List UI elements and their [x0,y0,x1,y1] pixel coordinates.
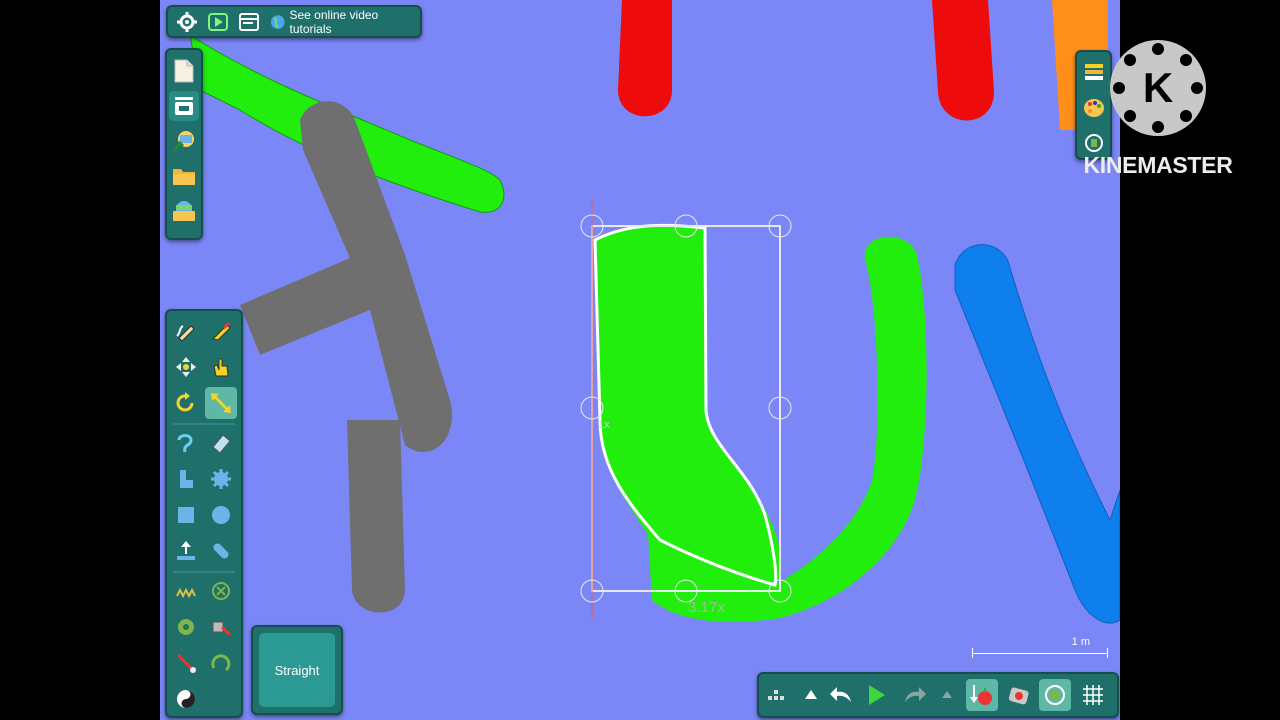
scale-readout: 3.17x [688,599,725,616]
hinge-icon[interactable] [205,647,237,679]
open-scene-icon[interactable] [169,196,199,226]
top-toolbar: See online video tutorials [166,5,422,38]
gear-spikes-icon[interactable] [205,463,237,495]
scale-icon[interactable] [205,387,237,419]
scale-tick [1107,648,1108,658]
circle-icon[interactable] [205,499,237,531]
file-panel [165,48,203,240]
blue-stroke[interactable] [954,244,1120,624]
pencil-icon[interactable] [170,315,202,347]
triangle-up-small-icon[interactable] [931,679,963,711]
new-document-icon[interactable] [169,56,199,86]
play-icon[interactable] [205,9,230,35]
scale-label: 1 m [1071,636,1090,648]
grid-icon[interactable] [1077,679,1109,711]
kinemaster-logo-icon: K [1110,40,1206,136]
gray-stroke-bar[interactable] [347,420,405,613]
hand-icon[interactable] [205,351,237,383]
grid-menu-icon[interactable] [761,679,793,711]
eraser-icon[interactable] [205,427,237,459]
stack-icon[interactable] [169,91,199,121]
rotate-icon[interactable] [170,387,202,419]
drawing-canvas[interactable]: 1x 3.17x [160,0,1120,720]
angle-readout: 1x [598,419,610,431]
laser-icon[interactable] [205,611,237,643]
gear-icon[interactable] [174,9,199,35]
move-icon[interactable] [170,351,202,383]
x-circle-icon[interactable] [205,575,237,607]
gravity-icon[interactable] [966,679,998,711]
triangle-up-icon[interactable] [795,679,827,711]
window-icon[interactable] [237,9,262,35]
bottom-toolbar [757,672,1119,718]
tools-separator [173,571,235,573]
spin-icon[interactable] [170,683,202,715]
tools-separator [173,423,235,425]
green-stroke-u[interactable] [595,225,927,623]
capsule-icon[interactable] [205,535,237,567]
follow-icon[interactable] [1039,679,1071,711]
straight-option-panel: Straight [251,625,343,715]
spring-icon[interactable] [170,575,202,607]
rope-icon[interactable] [170,647,202,679]
thruster-icon[interactable] [170,611,202,643]
tutorial-link[interactable]: See online video tutorials [270,8,420,36]
scale-tick [972,648,973,658]
red-stroke-2[interactable] [932,0,994,121]
boot-icon[interactable] [170,463,202,495]
straight-label: Straight [274,662,320,678]
scale-indicator: 1 m [972,636,1108,660]
undo-icon[interactable] [825,679,857,711]
play-icon[interactable] [861,679,893,711]
red-stroke-1[interactable] [618,0,672,117]
knife-icon[interactable] [205,315,237,347]
camera-lock-icon[interactable] [1003,679,1035,711]
tools-panel [165,309,243,718]
fixate-icon[interactable] [170,535,202,567]
straight-button[interactable]: Straight [259,633,335,707]
scale-line [972,653,1108,654]
svg-text:K: K [1143,64,1173,111]
box-icon[interactable] [170,499,202,531]
tutorial-label: See online video tutorials [289,7,379,36]
drawing-stage[interactable]: 1x 3.17x See online video tutorials Stra… [160,0,1120,720]
folder-icon[interactable] [169,161,199,191]
redo-icon[interactable] [899,679,931,711]
search-pictures-icon[interactable] [169,126,199,156]
globe-icon [270,14,285,29]
watermark: K KINEMASTER [1072,36,1244,186]
watermark-text: KINEMASTER [1083,152,1233,178]
spiral-pen-icon[interactable] [170,427,202,459]
